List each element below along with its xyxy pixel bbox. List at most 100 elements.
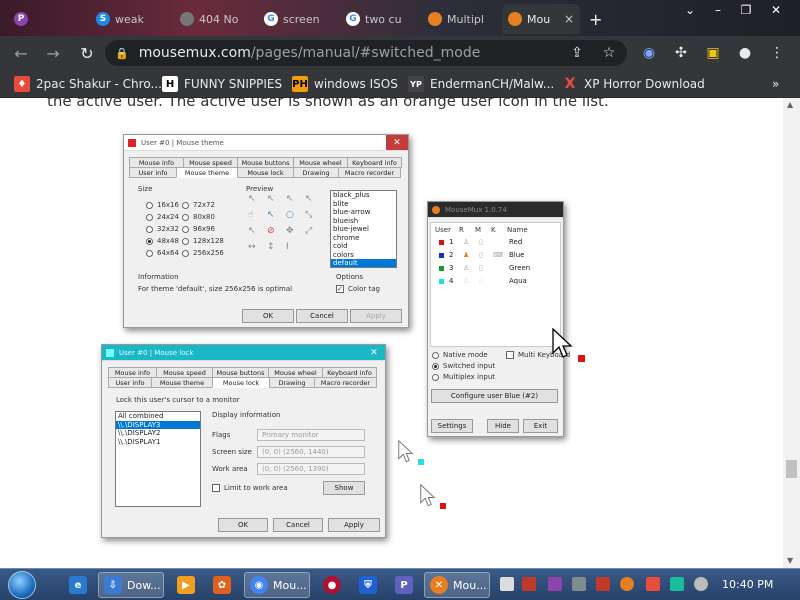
tab-user-info[interactable]: User info xyxy=(129,167,177,178)
list-item[interactable]: black_plus xyxy=(331,191,396,200)
table-row[interactable]: 3 ♙ ▯ Green xyxy=(439,264,530,272)
bookmark-item[interactable]: ♦ 2pac Shakur - Chro... xyxy=(14,75,162,93)
bookmark-star-icon[interactable]: ☆ xyxy=(600,44,618,62)
taskbar-item-chrome[interactable]: ◉ Mou... xyxy=(244,572,310,598)
tray-app-icon[interactable] xyxy=(522,577,536,591)
tray-app-icon[interactable] xyxy=(500,577,514,591)
size-radio-selected[interactable]: 48x48 xyxy=(146,237,179,245)
table-row[interactable]: 4 ♙ ▯ Aqua xyxy=(439,277,527,285)
ok-button[interactable]: OK xyxy=(242,309,294,323)
configure-user-button[interactable]: Configure user Blue (#2) xyxy=(431,389,558,403)
list-item-selected[interactable]: \\.\DISPLAY3 xyxy=(116,420,200,429)
list-item[interactable]: \\.\DISPLAY1 xyxy=(116,438,200,447)
browser-tab-active[interactable]: Mou × xyxy=(502,4,580,34)
table-row[interactable]: 2 ♟ ▯ ⌨ Blue xyxy=(439,251,525,259)
list-item[interactable]: chrome xyxy=(331,234,396,243)
browser-tab-3[interactable]: 404 No xyxy=(174,4,254,34)
tray-monitor-icon[interactable] xyxy=(670,577,684,591)
tab-search-icon[interactable]: ⌄ xyxy=(680,2,700,18)
exit-button[interactable]: Exit xyxy=(523,419,558,433)
scroll-down-icon[interactable]: ▼ xyxy=(787,556,793,565)
forward-icon[interactable]: → xyxy=(42,42,64,64)
new-tab-button[interactable]: + xyxy=(583,4,607,34)
tray-flag-icon[interactable] xyxy=(646,577,660,591)
back-icon[interactable]: ← xyxy=(10,42,32,64)
address-bar[interactable]: 🔒 mousemux.com/pages/manual/#switched_mo… xyxy=(105,40,627,66)
tab-macro-recorder[interactable]: Macro recorder xyxy=(314,377,377,388)
tab-mouse-theme[interactable]: Mouse theme xyxy=(176,167,238,178)
maximize-icon[interactable]: ❐ xyxy=(736,2,756,18)
share-icon[interactable]: ⇪ xyxy=(568,44,586,62)
browser-tab-5[interactable]: G two cu xyxy=(340,4,420,34)
user-list[interactable]: User R M K Name 1 ♙ ▯ Red 2 ♟ ▯ ⌨ Blue 3… xyxy=(430,222,561,347)
close-icon[interactable]: ✕ xyxy=(363,345,385,360)
bookmarks-overflow-icon[interactable]: » xyxy=(772,75,779,93)
tab-drawing[interactable]: Drawing xyxy=(293,167,339,178)
hide-button[interactable]: Hide xyxy=(487,419,519,433)
reload-icon[interactable]: ↻ xyxy=(76,42,98,64)
size-radio[interactable]: 72x72 xyxy=(182,201,215,209)
tray-app-icon[interactable] xyxy=(572,577,586,591)
list-item[interactable]: blue-jewel xyxy=(331,225,396,234)
bookmark-item[interactable]: YP EndermanCH/Malw... xyxy=(408,75,554,93)
settings-button[interactable]: Settings xyxy=(431,419,473,433)
tray-volume-icon[interactable] xyxy=(694,577,708,591)
extension-icon[interactable]: ◉ xyxy=(640,44,658,62)
close-icon[interactable]: ✕ xyxy=(386,135,408,150)
list-item[interactable]: \\.\DISPLAY2 xyxy=(116,429,200,438)
start-button[interactable] xyxy=(8,571,36,599)
size-radio[interactable]: 96x96 xyxy=(182,225,215,233)
apply-button[interactable]: Apply xyxy=(328,518,380,532)
profile-avatar-icon[interactable]: ● xyxy=(736,44,754,62)
app-icon[interactable]: P xyxy=(390,572,423,598)
tray-app-icon[interactable] xyxy=(596,577,610,591)
tray-app-icon[interactable] xyxy=(548,577,562,591)
app-icon[interactable]: ● xyxy=(318,572,351,598)
cancel-button[interactable]: Cancel xyxy=(296,309,348,323)
menu-kebab-icon[interactable]: ⋮ xyxy=(768,44,786,62)
list-item[interactable]: deskot xyxy=(331,268,396,269)
list-item[interactable]: blue-arrow xyxy=(331,208,396,217)
tab-close-icon[interactable]: × xyxy=(558,12,574,26)
bookmark-item[interactable]: PH windows ISOS xyxy=(292,75,398,93)
size-radio[interactable]: 32x32 xyxy=(146,225,179,233)
tab-mouse-lock[interactable]: Mouse lock xyxy=(212,377,270,388)
taskbar-item-mousemux[interactable]: ✕ Mou... xyxy=(424,572,490,598)
taskbar-item-downloads[interactable]: ⇩ Dow... xyxy=(98,572,164,598)
cancel-button[interactable]: Cancel xyxy=(273,518,323,532)
tab-macro-recorder[interactable]: Macro recorder xyxy=(338,167,401,178)
size-radio[interactable]: 256x256 xyxy=(182,249,224,257)
list-item[interactable]: blite xyxy=(331,200,396,209)
shield-icon[interactable]: ⛨ xyxy=(354,572,387,598)
multiplex-input-radio[interactable]: Multiplex input xyxy=(432,373,495,381)
tab-drawing[interactable]: Drawing xyxy=(269,377,315,388)
browser-tab-4[interactable]: G screen xyxy=(258,4,338,34)
browser-tab-2[interactable]: S weak xyxy=(90,4,170,34)
browser-tab-1[interactable]: P xyxy=(8,4,38,34)
switched-input-radio[interactable]: Switched input xyxy=(432,362,495,370)
tab-mouse-theme[interactable]: Mouse theme xyxy=(151,377,213,388)
page-scrollbar[interactable]: ▲ ▼ xyxy=(783,98,800,568)
size-radio[interactable]: 16x16 xyxy=(146,201,179,209)
minimize-icon[interactable]: – xyxy=(708,2,728,18)
browser-tab-6[interactable]: Multipl xyxy=(422,4,500,34)
list-item-selected[interactable]: default xyxy=(331,259,396,267)
size-radio[interactable]: 64x64 xyxy=(146,249,179,257)
app-icon[interactable]: ✿ xyxy=(208,572,241,598)
size-radio[interactable]: 128x128 xyxy=(182,237,224,245)
side-panel-icon[interactable]: ▣ xyxy=(704,44,722,62)
internet-explorer-icon[interactable]: e xyxy=(64,572,97,598)
size-radio[interactable]: 80x80 xyxy=(182,213,215,221)
taskbar-clock[interactable]: 10:40 PM xyxy=(722,578,773,591)
list-item[interactable]: cold xyxy=(331,242,396,251)
extensions-puzzle-icon[interactable]: ✣ xyxy=(672,44,690,62)
scroll-thumb[interactable] xyxy=(786,460,797,478)
tab-user-info[interactable]: User info xyxy=(108,377,152,388)
size-radio[interactable]: 24x24 xyxy=(146,213,179,221)
bookmark-item[interactable]: H FUNNY SNIPPIES xyxy=(162,75,282,93)
apply-button[interactable]: Apply xyxy=(350,309,402,323)
close-window-icon[interactable]: ✕ xyxy=(766,2,786,18)
tray-search-icon[interactable] xyxy=(620,577,634,591)
tab-mouse-lock[interactable]: Mouse lock xyxy=(237,167,294,178)
show-button[interactable]: Show xyxy=(323,481,365,495)
